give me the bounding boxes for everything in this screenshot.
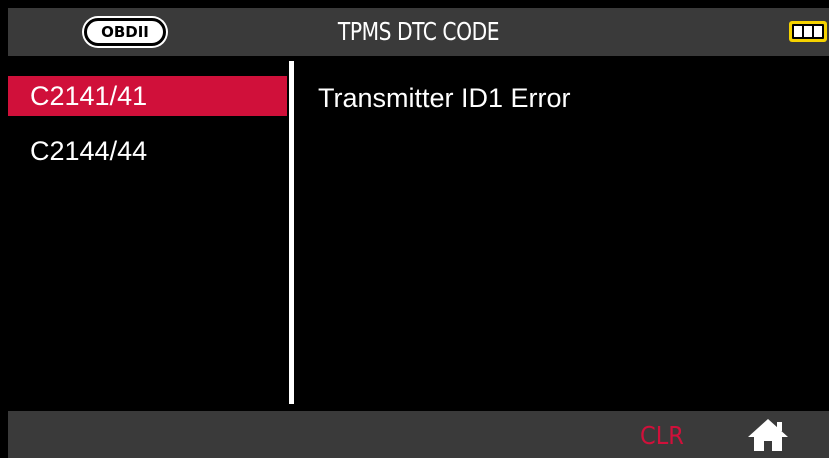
- page-title: TPMS DTC CODE: [337, 17, 500, 46]
- dtc-code-item[interactable]: C2141/41: [8, 76, 287, 116]
- tpms-screen: OBDII TPMS DTC CODE C2141/41 C2144/44 Tr…: [0, 0, 829, 458]
- dtc-code-item[interactable]: C2144/44: [8, 131, 287, 171]
- dtc-code-list: C2141/41 C2144/44: [8, 76, 287, 186]
- header-bar: OBDII TPMS DTC CODE: [8, 8, 829, 56]
- panel-divider: [289, 61, 294, 404]
- clear-button[interactable]: CLR: [640, 411, 684, 458]
- footer-bar: CLR: [8, 411, 829, 458]
- battery-full-icon: [789, 21, 827, 42]
- dtc-description: Transmitter ID1 Error: [318, 83, 571, 113]
- home-icon[interactable]: [746, 417, 790, 453]
